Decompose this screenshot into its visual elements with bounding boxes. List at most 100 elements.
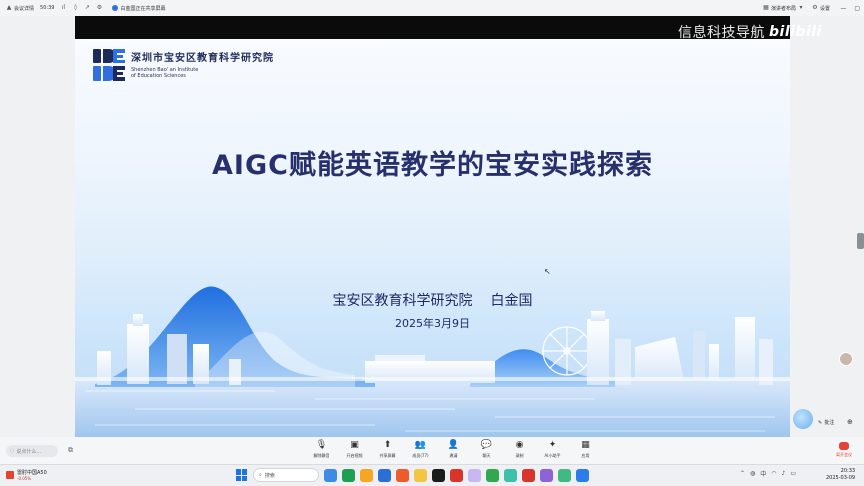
toolbar-button-invite[interactable]: 👤 邀请	[437, 440, 470, 459]
quick-chat-placeholder: 说点什么...	[16, 448, 42, 455]
slide-title: AIGC赋能英语教学的宝安实践探索	[212, 150, 653, 181]
toolbar-label: 聊天	[482, 453, 491, 458]
maximize-icon[interactable]: ▢	[854, 5, 860, 12]
folder-icon[interactable]	[414, 468, 427, 482]
file-explorer-icon[interactable]	[360, 468, 373, 482]
zoom-icon[interactable]: ⊕	[847, 418, 853, 426]
clock-time: 20:33	[840, 468, 856, 474]
ime-icon[interactable]: 中	[760, 469, 766, 478]
signal-indicator[interactable]: ıl	[60, 5, 66, 11]
toolbar-button-unmute[interactable]: 🎙 解除静音	[305, 440, 338, 459]
participant-avatar[interactable]	[839, 352, 853, 366]
tray-app-icon[interactable]: ◍	[750, 470, 755, 477]
gear-icon: ⚙	[812, 4, 818, 11]
settings-label: 设置	[819, 5, 830, 12]
share-link-icon: ↗	[84, 4, 90, 11]
wifi-icon[interactable]: ◠	[771, 470, 776, 477]
toolbar-button-video[interactable]: ▣ 开启视频	[338, 440, 371, 459]
institute-logo-icon	[93, 49, 125, 81]
toolbar-button-chat[interactable]: 💬 聊天	[470, 440, 503, 459]
screen: ▲ 会议详情 50:39 ıl ◊ ↗ ⚙ 白金国正在共享屏幕 ▦ 演讲者布局 …	[0, 0, 864, 486]
screen-share-status[interactable]: 白金国正在共享屏幕	[112, 5, 165, 12]
institute-name: 深圳市宝安区教育科学研究院 Shenzhen Bao' an Institute…	[131, 49, 274, 81]
chat-popout-icon[interactable]: ⧉	[68, 446, 73, 455]
layout-label: 演讲者布局	[770, 5, 796, 12]
task-view-icon[interactable]	[324, 468, 337, 482]
camera-icon: ▣	[350, 440, 359, 450]
share-status-text: 白金国正在共享屏幕	[120, 5, 166, 12]
more-options-button[interactable]: ⚙	[96, 5, 102, 11]
meeting-app-icon[interactable]	[504, 468, 517, 482]
window-controls: — ▢	[840, 0, 860, 16]
browser-edge-icon[interactable]	[342, 468, 355, 482]
presenter-organization: 宝安区教育科学研究院	[332, 293, 473, 309]
taskbar-apps: ⌕ 搜索	[236, 468, 589, 482]
app-icon[interactable]	[540, 468, 553, 482]
slide-background-art	[75, 286, 790, 437]
share-screen-icon: ⬆	[383, 440, 392, 450]
stock-change: -0.05%	[17, 476, 32, 481]
wechat-icon[interactable]	[486, 468, 499, 482]
security-indicator[interactable]: ◊	[72, 5, 78, 11]
chevron-up-icon[interactable]: ⌃	[740, 470, 745, 477]
video-watermark: 信息科技导航 bilibili	[678, 22, 822, 42]
options-icon: ⚙	[96, 4, 103, 11]
toolbar-button-members[interactable]: 👥 成员(77)	[404, 440, 437, 459]
presenter-line: 宝安区教育科学研究院 白金国	[75, 290, 790, 310]
timer-text: 50:39	[40, 5, 55, 11]
wps-writer-icon[interactable]	[522, 468, 535, 482]
bilibili-logo: bilibili	[769, 24, 822, 40]
ai-assistant-icon: ✦	[548, 440, 557, 450]
leave-meeting-button[interactable]: 离开会议	[832, 442, 856, 458]
minimize-icon[interactable]: —	[840, 5, 846, 12]
taskbar-clock[interactable]: 20:33 2025-03-09	[826, 468, 855, 482]
stock-widget[interactable]: 雷肘中国A50 -0.05%	[6, 469, 47, 481]
presenter-name: 白金国	[490, 293, 533, 309]
windows-start-icon[interactable]	[236, 469, 248, 481]
institute-name-en-line2: of Education Sciences	[131, 73, 186, 79]
side-panel-handle[interactable]	[857, 233, 864, 249]
app-icon[interactable]	[576, 468, 589, 482]
toolbar-label: 邀请	[449, 453, 458, 458]
toolbar-label: 应用	[581, 453, 590, 458]
pen-icon: ✎	[818, 419, 823, 426]
toolbar-button-share[interactable]: ⬆ 共享屏幕	[371, 440, 404, 459]
toolbar-buttons: 🎙 解除静音 ▣ 开启视频 ⬆ 共享屏幕 👥 成员(77) 👤 邀请 💬 聊天 …	[305, 440, 602, 459]
volume-icon[interactable]: ♪	[782, 470, 786, 477]
taskbar-search-label: 搜索	[264, 472, 275, 479]
mic-muted-icon: 🎙	[315, 440, 328, 450]
system-tray: ⌃ ◍ 中 ◠ ♪ ▭	[740, 469, 796, 478]
taskbar-search[interactable]: ⌕ 搜索	[253, 468, 319, 482]
battery-icon[interactable]: ▭	[790, 470, 796, 477]
wps-icon[interactable]	[450, 468, 463, 482]
meeting-details-label: 会议详情	[14, 5, 35, 12]
app-icon[interactable]	[558, 468, 571, 482]
os-taskbar: 雷肘中国A50 -0.05% ⌕ 搜索 ⌃ ◍ 中 ◠ ♪ ▭ 20:33 20…	[0, 464, 864, 486]
annotate-button[interactable]: ✎ 批注	[818, 419, 834, 427]
quick-chat-input[interactable]: ◌ 说点什么...	[6, 445, 58, 457]
chat-icon: 💬	[480, 440, 493, 450]
store-icon[interactable]	[378, 468, 391, 482]
settings-button[interactable]: ⚙ 设置	[812, 5, 830, 12]
toolbar-label: 开启视频	[346, 453, 363, 458]
share-link-button[interactable]: ↗	[84, 5, 90, 11]
toolbar-button-record[interactable]: ◉ 录制	[503, 440, 536, 459]
qq-icon[interactable]	[432, 468, 445, 482]
stock-text: 雷肘中国A50 -0.05%	[17, 469, 47, 481]
layout-icon: ▦	[763, 4, 769, 11]
meeting-details[interactable]: ▲ 会议详情	[6, 5, 34, 12]
top-right-controls: ▦ 演讲者布局 ▾ ⚙ 设置	[763, 0, 830, 16]
toolbar-label: 共享屏幕	[379, 453, 396, 458]
ai-assistant-float-icon[interactable]	[793, 409, 813, 429]
chevron-down-icon: ▾	[799, 4, 803, 11]
shared-slide: 深圳市宝安区教育科学研究院 Shenzhen Bao' an Institute…	[75, 39, 790, 437]
layout-button[interactable]: ▦ 演讲者布局 ▾	[763, 5, 804, 12]
toolbar-button-apps[interactable]: ▦ 应用	[569, 440, 602, 459]
firefox-icon[interactable]	[396, 468, 409, 482]
presentation-date: 2025年3月9日	[395, 317, 470, 330]
app-icon[interactable]	[468, 468, 481, 482]
stock-chart-icon	[6, 471, 14, 479]
toolbar-button-ai[interactable]: ✦ AI小助手	[536, 440, 569, 459]
record-icon: ◉	[515, 440, 524, 450]
chat-bubble-icon: ◌	[10, 448, 15, 454]
